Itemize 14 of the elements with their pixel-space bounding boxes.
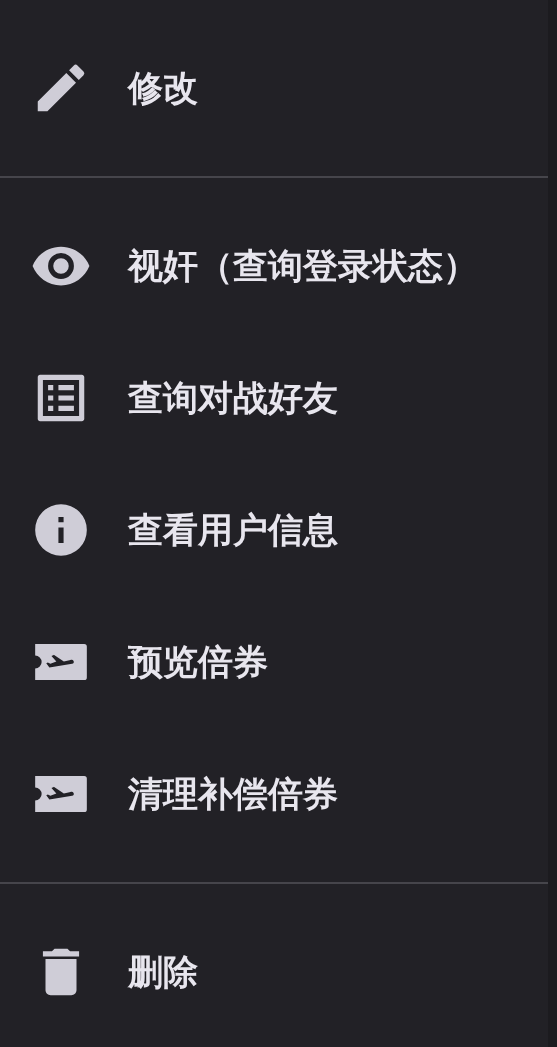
menu-item[interactable]: 查看用户信息 [0, 464, 548, 596]
menu-item-label: 查看用户信息 [128, 508, 338, 552]
menu-item[interactable]: 删除 [0, 906, 548, 1038]
menu-item-label: 清理补偿倍券 [128, 772, 338, 816]
menu-item-label: 视奸（查询登录状态） [128, 244, 478, 288]
menu-item-label: 删除 [128, 950, 198, 994]
menu-item[interactable]: 清理补偿倍券 [0, 728, 548, 860]
menu-item-label: 预览倍券 [128, 640, 268, 684]
menu-item-label: 修改 [128, 66, 198, 110]
menu-item[interactable]: 预览倍券 [0, 596, 548, 728]
menu-item[interactable]: 查询对战好友 [0, 332, 548, 464]
menu-item[interactable]: 修改 [0, 22, 548, 154]
menu-item-label: 查询对战好友 [128, 376, 338, 420]
menu-item[interactable]: 视奸（查询登录状态） [0, 200, 548, 332]
